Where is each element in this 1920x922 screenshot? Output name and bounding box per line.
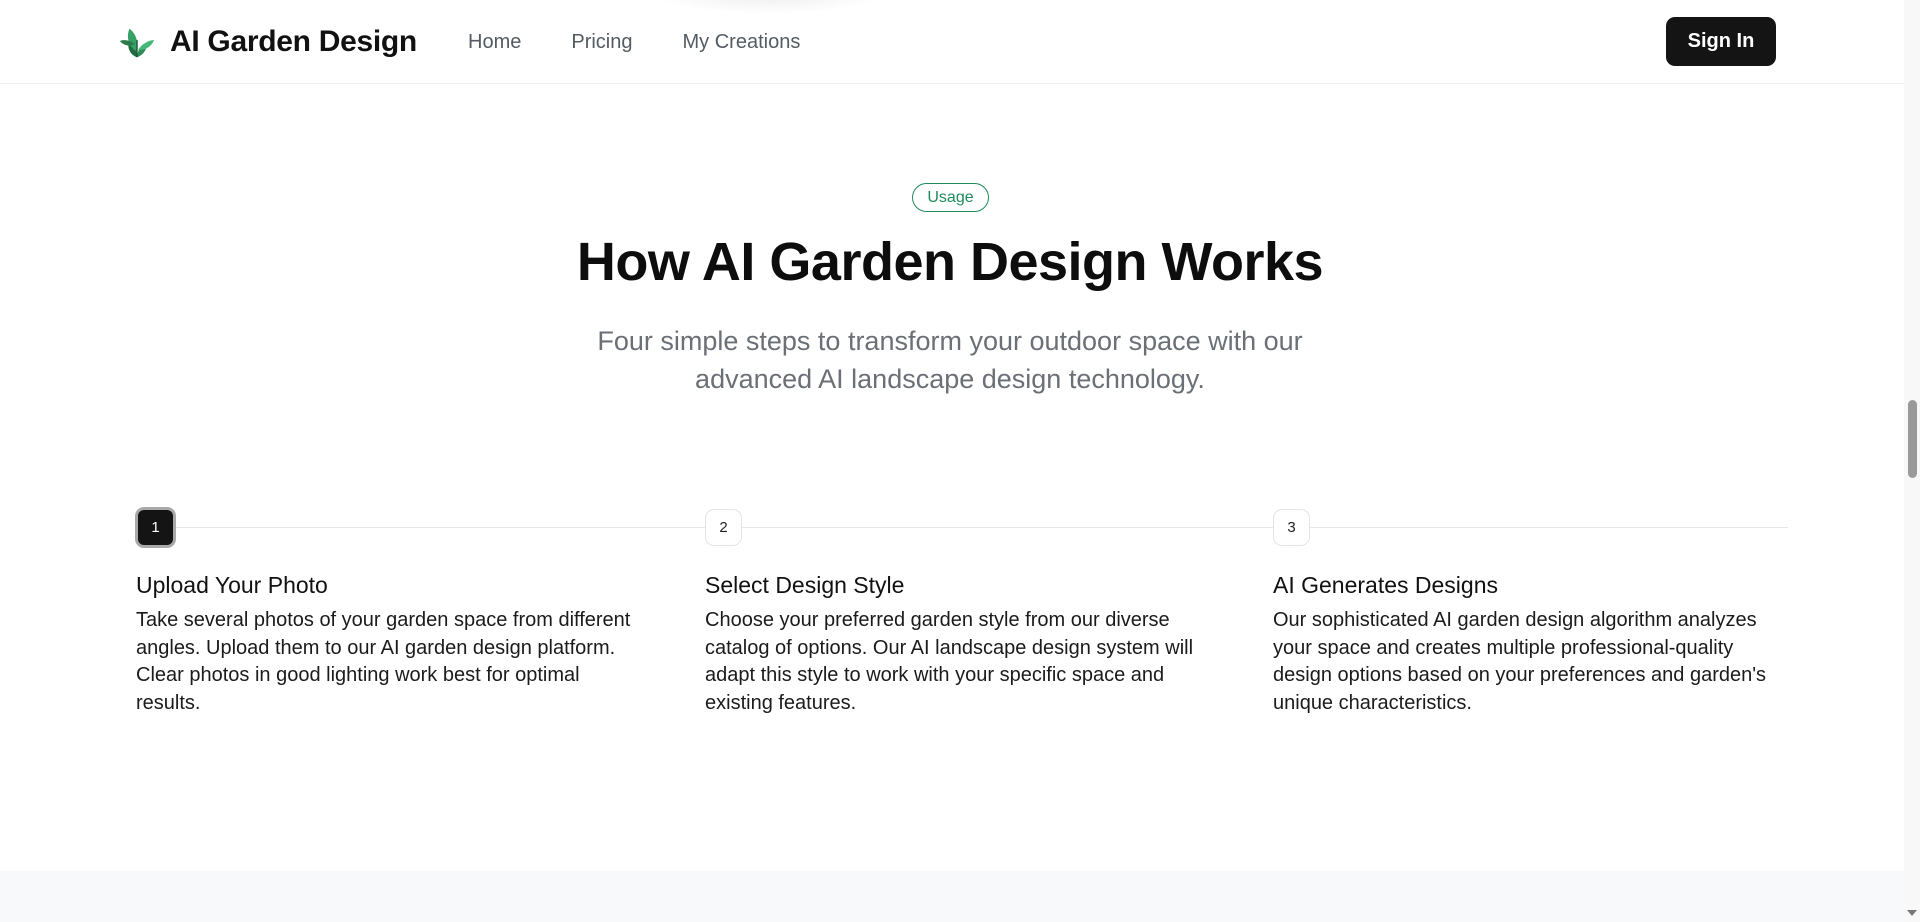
nav-home-link[interactable]: Home (468, 28, 521, 56)
header-glow (650, 0, 890, 14)
section-badge: Usage (912, 183, 989, 212)
page: AI Garden Design Home Pricing My Creatio… (0, 0, 1920, 922)
scroll-down-arrow-icon[interactable] (1907, 910, 1917, 916)
section-title: How AI Garden Design Works (576, 232, 1324, 292)
step-3-title: AI Generates Designs (1273, 572, 1499, 598)
step-2-description: Choose your preferred garden style from … (705, 609, 1194, 714)
nav-my-creations-link[interactable]: My Creations (683, 28, 801, 56)
step-2-number[interactable]: 2 (705, 509, 742, 546)
step-1-number[interactable]: 1 (135, 507, 176, 548)
step-1-title: Upload Your Photo (136, 572, 328, 598)
leaf-plant-icon (119, 28, 155, 58)
steps-connector-line (172, 527, 1788, 528)
step-2-title: Select Design Style (705, 572, 905, 598)
sign-in-button[interactable]: Sign In (1666, 17, 1776, 66)
step-1-description: Take several photos of your garden space… (136, 609, 631, 714)
step-3-description: Our sophisticated AI garden design algor… (1273, 609, 1767, 714)
scrollbar-thumb[interactable] (1908, 400, 1917, 478)
step-3-number[interactable]: 3 (1273, 509, 1310, 546)
brand-logo-link[interactable]: AI Garden Design (118, 22, 417, 62)
section-subtitle: Four simple steps to transform your outd… (597, 326, 1303, 394)
next-section-band (0, 871, 1904, 922)
site-header: AI Garden Design Home Pricing My Creatio… (0, 0, 1904, 84)
brand-name: AI Garden Design (170, 25, 417, 58)
nav-pricing-link[interactable]: Pricing (571, 28, 632, 56)
main-nav: Home Pricing My Creations (468, 28, 850, 56)
page-scrollbar[interactable] (1904, 0, 1920, 922)
